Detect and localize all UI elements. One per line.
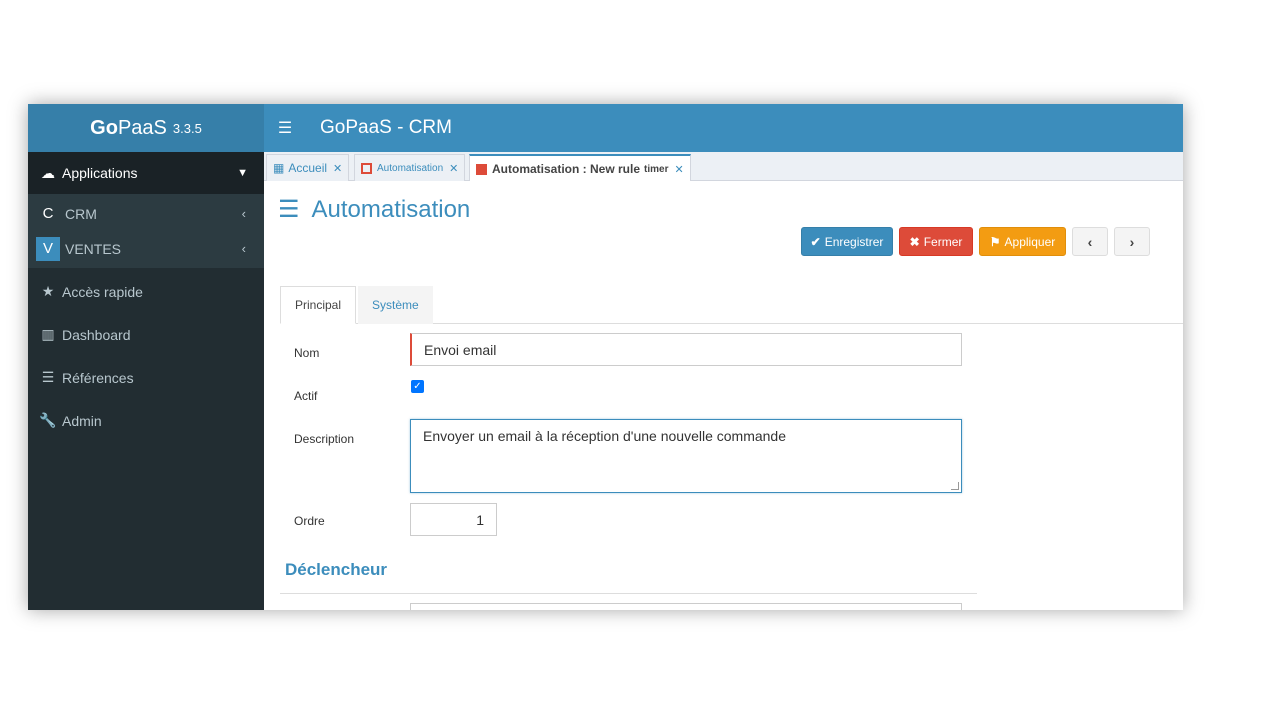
sidebar-item-admin[interactable]: 🔧 Admin [28,399,264,442]
chevron-down-icon: ▼ [237,167,248,179]
sidebar-item-label: Admin [62,412,102,429]
apply-button[interactable]: ⚑ Appliquer [979,227,1066,256]
star-icon: ★ [41,283,55,299]
section-divider [280,593,977,594]
brand-rest: PaaS [117,116,167,139]
sidebar-item-acces-rapide[interactable]: ★ Accès rapide [28,270,264,313]
chevron-right-icon: › [1129,233,1135,250]
section-title: Déclencheur [285,560,388,579]
applications-label: Applications [62,165,138,181]
sidebar-item-crm[interactable]: C CRM ‹ [28,196,264,231]
sidebar-item-references[interactable]: ☰ Références [28,356,264,399]
tab-label: Automatisation : New rule [492,162,641,176]
sidebar-item-ventes[interactable]: V VENTES ‹ [28,231,264,266]
bar-chart-icon: ▥ [41,326,55,342]
tab-label: Accueil [288,161,328,175]
order-label: Ordre [294,514,325,528]
close-icon[interactable]: ✕ [674,163,683,176]
tab-bar: ▦ Accueil ✕ Automatisation ✕ Automatisat… [264,152,1183,182]
chevron-left-icon: ‹ [241,206,246,221]
apply-label: Appliquer [1004,234,1056,249]
sidebar-item-label: Dashboard [62,326,131,343]
order-input[interactable]: 1 [410,503,497,536]
content-area: ☰ Automatisation ✔ Enregistrer ✖ Fermer ⚑ A… [264,181,1183,610]
list-icon: ☰ [41,369,55,385]
tab-systeme[interactable]: Système [358,286,433,324]
sidebar: Go PaaS 3.3.5 ☁ Applications ▼ C CRM ‹ V … [28,104,264,610]
chevron-left-icon: ‹ [241,241,246,256]
sidebar-item-dashboard[interactable]: ▥ Dashboard [28,313,264,356]
name-input[interactable]: Envoi email [410,333,962,366]
top-bar: ☰ GoPaaS - CRM [264,104,1183,152]
crm-letter-icon: C [36,201,60,226]
save-button[interactable]: ✔ Enregistrer [801,227,893,256]
check-icon: ✔ [810,234,821,249]
applications-submenu: C CRM ‹ V VENTES ‹ [28,194,264,268]
ventes-letter-icon: V [36,236,60,261]
grid-icon: ▦ [273,161,285,175]
app-window: Go PaaS 3.3.5 ☁ Applications ▼ C CRM ‹ V … [28,104,1183,610]
wrench-icon: 🔧 [39,412,57,428]
sidebar-item-label: VENTES [65,240,122,257]
version-label: 3.3.5 [172,120,202,136]
cloud-icon: ☁ [41,164,55,181]
main-area: ☰ GoPaaS - CRM ▦ Accueil ✕ Automatisatio… [264,104,1183,610]
active-label: Actif [294,389,318,403]
description-label: Description [294,432,355,446]
app-title: GoPaaS - CRM [320,117,452,138]
square-icon [361,162,372,174]
trigger-input[interactable] [410,603,962,610]
chevron-left-icon: ‹ [1087,233,1093,250]
resize-handle[interactable] [951,482,959,490]
menu-icon[interactable]: ☰ [278,195,300,224]
name-label: Nom [294,346,320,360]
tab-label: Automatisation [377,162,444,174]
applications-menu[interactable]: ☁ Applications ▼ [28,152,264,194]
sidebar-item-label: Accès rapide [62,283,143,300]
close-label: Fermer [923,234,963,249]
tab-suffix: timer [644,163,669,175]
sidebar-item-label: CRM [65,205,97,222]
square-icon [476,163,487,175]
description-text: Envoyer un email à la réception d'une no… [423,428,787,444]
tab-principal[interactable]: Principal [280,286,357,324]
tab-accueil[interactable]: ▦ Accueil ✕ [266,154,350,181]
close-icon: ✖ [909,234,920,249]
flag-icon: ⚑ [989,234,1001,249]
form-tabs: Principal Système [280,286,1183,324]
prev-button[interactable]: ‹ [1072,227,1108,256]
close-icon[interactable]: ✕ [333,162,342,175]
hamburger-icon[interactable]: ☰ [264,118,306,138]
close-icon[interactable]: ✕ [449,162,458,175]
tab-new-rule[interactable]: Automatisation : New rule timer ✕ [469,154,691,182]
next-button[interactable]: › [1114,227,1150,256]
save-label: Enregistrer [824,234,884,249]
brand-logo[interactable]: Go PaaS 3.3.5 [28,104,264,152]
tab-automatisation[interactable]: Automatisation ✕ [354,154,466,181]
page-title: ☰ Automatisation [278,195,470,224]
page-title-text: Automatisation [311,195,471,223]
close-button[interactable]: ✖ Fermer [899,227,973,256]
sidebar-item-label: Références [62,369,134,386]
description-textarea[interactable]: Envoyer un email à la réception d'une no… [410,419,962,493]
active-checkbox[interactable]: ✓ [411,380,424,393]
brand-bold: Go [90,116,118,139]
